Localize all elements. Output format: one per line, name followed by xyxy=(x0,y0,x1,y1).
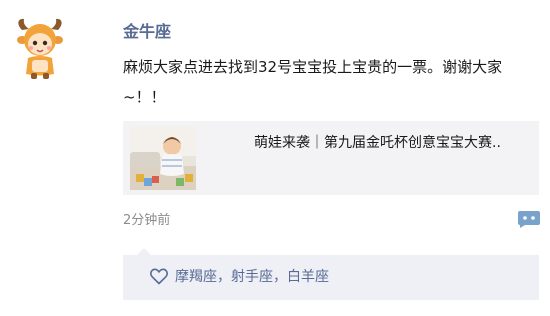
post-text: 麻烦大家点进去找到32号宝宝投上宝贵的一票。谢谢大家~！！ xyxy=(123,58,503,106)
comment-button[interactable] xyxy=(517,209,541,229)
link-title: 萌娃来袭｜第九届金吒杯创意宝宝大赛.. xyxy=(254,135,501,151)
moments-post: 金牛座 麻烦大家点进去找到32号宝宝投上宝贵的一票。谢谢大家~！！ 萌娃来袭｜第… xyxy=(0,0,550,316)
username-link[interactable]: 金牛座 xyxy=(123,21,171,43)
post-timestamp: 2分钟前 xyxy=(123,213,171,228)
shared-link-card[interactable]: 萌娃来袭｜第九届金吒杯创意宝宝大赛.. xyxy=(123,121,539,195)
baby-photo-thumbnail xyxy=(130,126,196,190)
link-thumbnail xyxy=(130,126,196,190)
comment-dots-icon xyxy=(518,211,540,228)
likes-section: 摩羯座，射手座，白羊座 xyxy=(123,248,539,300)
avatar[interactable] xyxy=(14,16,66,80)
taurus-avatar-icon xyxy=(17,18,63,79)
likes-names[interactable]: 摩羯座，射手座，白羊座 xyxy=(175,255,329,300)
heart-outline-icon xyxy=(150,268,168,285)
